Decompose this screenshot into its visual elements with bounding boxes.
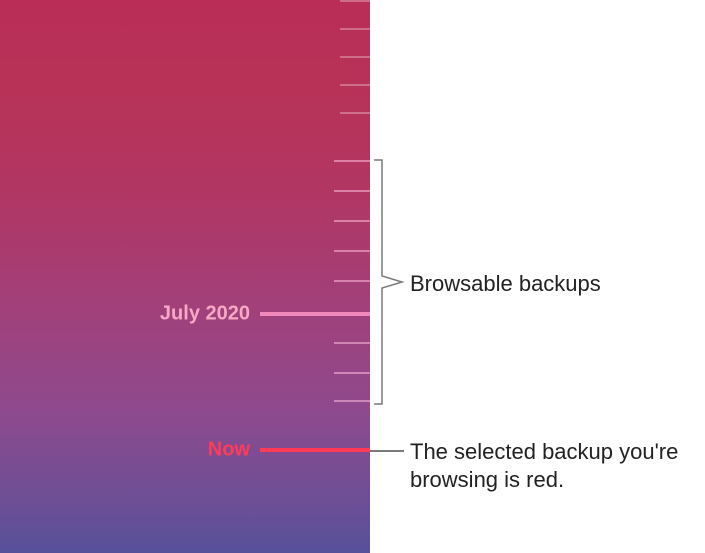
tick: [340, 84, 370, 86]
callout-selected: The selected backup you're browsing is r…: [410, 438, 690, 493]
tick-browsable[interactable]: [334, 372, 370, 374]
tick-now-selected[interactable]: [260, 448, 370, 452]
bracket-browsable: [372, 158, 408, 406]
date-label: July 2020: [160, 303, 250, 326]
timeline-panel: July 2020 Now: [0, 0, 370, 553]
tick-browsable[interactable]: [334, 342, 370, 344]
tick-browsable[interactable]: [334, 220, 370, 222]
connector-selected: [370, 450, 404, 452]
diagram-stage: July 2020 Now Browsable backups The sele…: [0, 0, 705, 553]
tick-browsable[interactable]: [334, 250, 370, 252]
tick: [340, 0, 370, 2]
tick: [340, 28, 370, 30]
tick: [340, 56, 370, 58]
now-label: Now: [208, 439, 250, 462]
tick-browsable[interactable]: [334, 400, 370, 402]
tick-browsable[interactable]: [334, 160, 370, 162]
tick: [340, 112, 370, 114]
tick-browsable[interactable]: [334, 280, 370, 282]
callout-browsable: Browsable backups: [410, 270, 601, 298]
tick-browsable[interactable]: [334, 190, 370, 192]
tick-july-2020[interactable]: [260, 312, 370, 316]
